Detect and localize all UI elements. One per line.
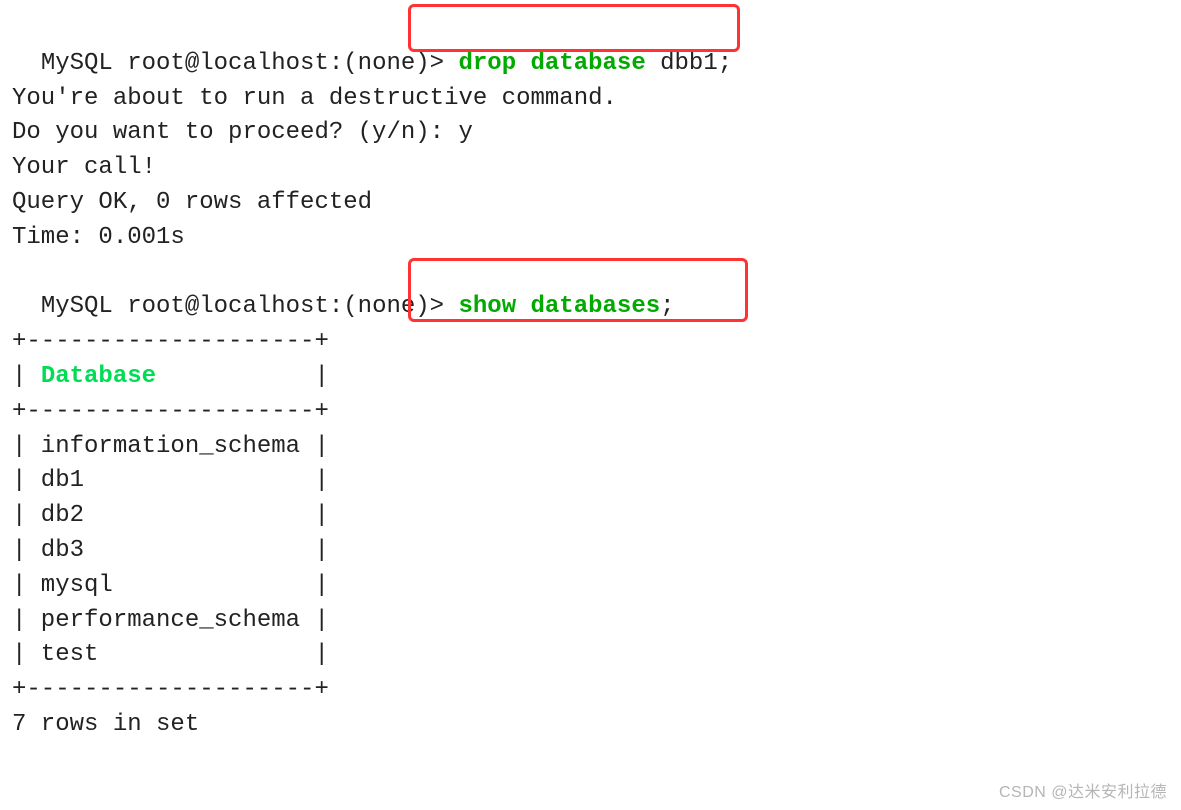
table-border-mid: +--------------------+ xyxy=(12,395,1169,430)
prompt-prefix-2: MySQL root@localhost:(none)> xyxy=(41,293,444,320)
table-header: Database xyxy=(41,363,156,390)
your-call-line: Your call! xyxy=(12,151,1169,186)
table-row: | test | xyxy=(12,638,1169,673)
proceed-line: Do you want to proceed? (y/n): y xyxy=(12,116,1169,151)
prompt-prefix: MySQL root@localhost:(none)> xyxy=(41,50,444,77)
query-ok-line: Query OK, 0 rows affected xyxy=(12,186,1169,221)
table-border-bot: +--------------------+ xyxy=(12,673,1169,708)
table-header-line: | Database | xyxy=(12,360,1169,395)
table-row: | db3 | xyxy=(12,534,1169,569)
prompt-line-2: MySQL root@localhost:(none)> show databa… xyxy=(12,256,1169,326)
warning-line: You're about to run a destructive comman… xyxy=(12,82,1169,117)
time-line: Time: 0.001s xyxy=(12,221,1169,256)
drop-database-keyword: drop database xyxy=(458,50,645,77)
watermark-text: CSDN @达米安利拉德 xyxy=(999,781,1167,804)
table-row: | performance_schema | xyxy=(12,604,1169,639)
table-border-top: +--------------------+ xyxy=(12,325,1169,360)
drop-database-arg: dbb1; xyxy=(646,50,732,77)
show-databases-suffix: ; xyxy=(660,293,674,320)
table-row: | mysql | xyxy=(12,569,1169,604)
table-row: | db2 | xyxy=(12,499,1169,534)
table-row: | db1 | xyxy=(12,464,1169,499)
table-row: | information_schema | xyxy=(12,430,1169,465)
rows-in-set-line: 7 rows in set xyxy=(12,708,1169,743)
show-databases-keyword: show databases xyxy=(458,293,660,320)
prompt-line-1: MySQL root@localhost:(none)> drop databa… xyxy=(12,12,1169,82)
